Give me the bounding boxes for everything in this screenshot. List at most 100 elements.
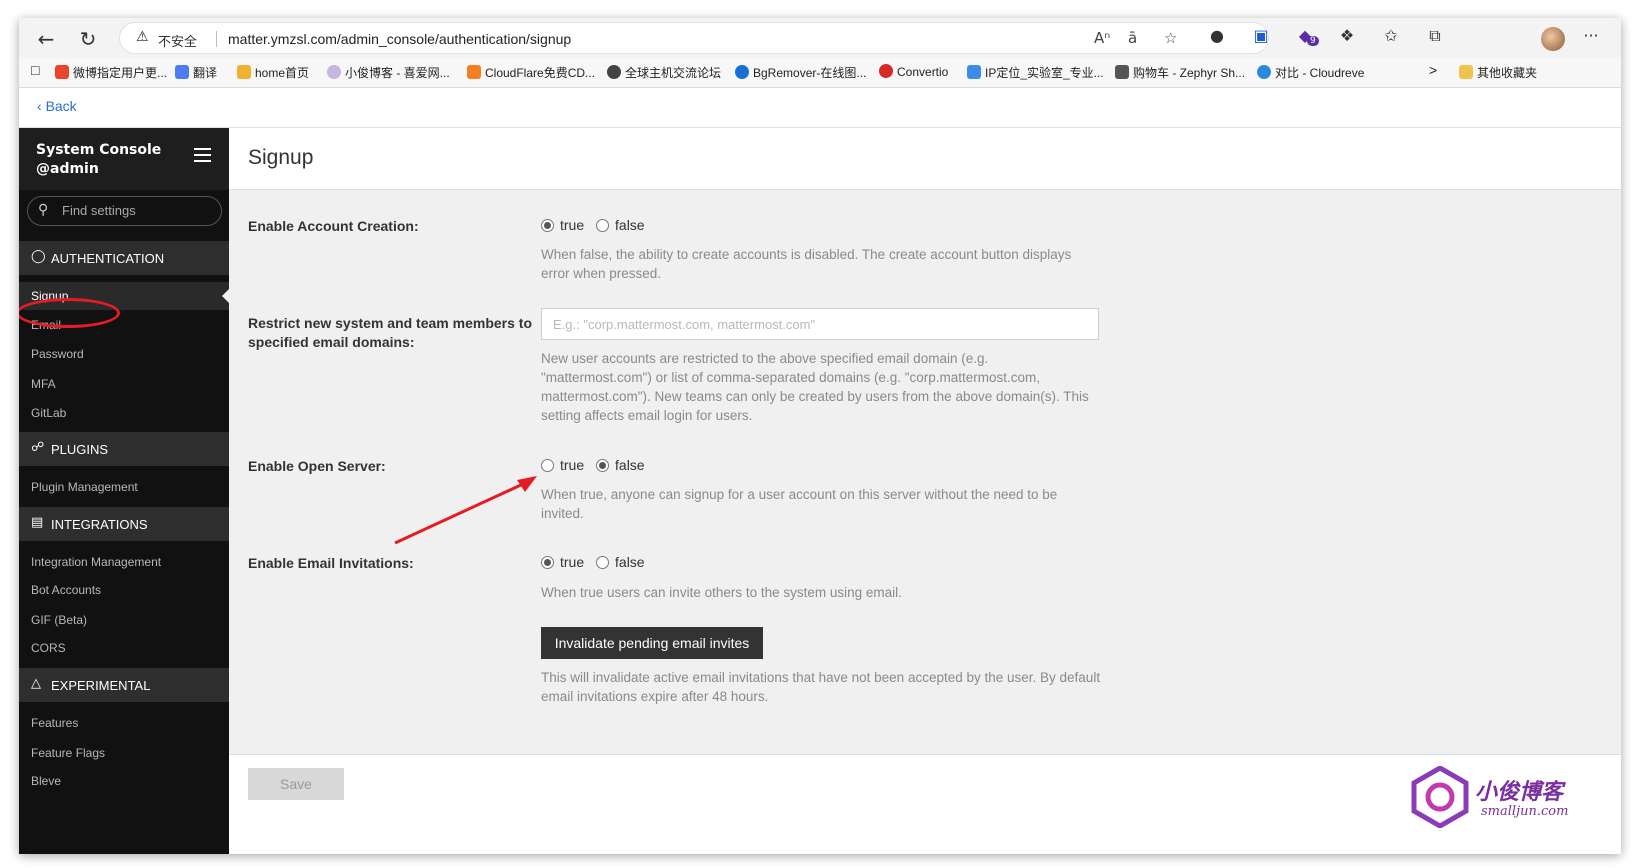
read-aloud-icon[interactable]: Aⁿ — [1094, 29, 1110, 47]
watermark-subtitle: smalljun.com — [1481, 804, 1569, 819]
sidebar-username: @admin — [36, 161, 99, 177]
bookmark-favicon-icon — [55, 65, 69, 79]
section-authentication: ◯ AUTHENTICATION — [19, 241, 229, 275]
browser-toolbar: ← ↻ ⚠ 不安全 matter.ymzsl.com/admin_console… — [19, 18, 1621, 58]
help-email-invitations: When true users can invite others to the… — [541, 585, 902, 600]
sidebar-item-features[interactable]: Features — [19, 709, 229, 737]
sidebar-item-cors[interactable]: CORS — [19, 634, 229, 662]
extensions-puzzle-icon[interactable]: ❖ — [1335, 26, 1359, 45]
more-menu-icon[interactable]: ··· — [1579, 26, 1603, 45]
bookmark-item[interactable]: 购物车 - Zephyr Sh... — [1115, 64, 1245, 81]
translate-icon[interactable]: ā — [1128, 29, 1137, 47]
radio-email-invitations-false[interactable] — [596, 556, 610, 569]
url-text[interactable]: matter.ymzsl.com/admin_console/authentic… — [228, 31, 571, 47]
help-open-server: When true, anyone can signup for a user … — [541, 487, 1058, 521]
bookmarks-bar: □ 微博指定用户更... 翻译 home首页 小俊博客 - 喜爱网... Clo… — [19, 58, 1621, 88]
sidebar-item-gif[interactable]: GIF (Beta) — [19, 606, 229, 634]
bookmark-item[interactable]: 微博指定用户更... — [55, 64, 167, 81]
browser-window: ← ↻ ⚠ 不安全 matter.ymzsl.com/admin_console… — [19, 18, 1621, 854]
extension-square-icon[interactable]: ▣ — [1249, 26, 1273, 45]
watermark-title: 小俊博客 — [1475, 779, 1564, 805]
radio-account-creation-true[interactable] — [541, 219, 554, 232]
hamburger-menu-icon[interactable] — [194, 148, 211, 162]
sidebar-title: System Console — [36, 142, 162, 158]
plug-icon: ☍ — [31, 440, 45, 455]
admin-sidebar: System Console @admin ⚲ Find settings ◯ … — [19, 128, 229, 854]
radio-open-server-true[interactable] — [541, 459, 554, 472]
find-settings-input[interactable]: ⚲ Find settings — [27, 196, 222, 226]
address-bar[interactable]: ⚠ 不安全 matter.ymzsl.com/admin_console/aut… — [119, 22, 1269, 54]
sitemap-icon: ▤ — [31, 515, 44, 530]
favorites-list-icon[interactable]: ✩ — [1379, 26, 1403, 45]
sidebar-item-integration-management[interactable]: Integration Management — [19, 548, 229, 576]
extension-badge: 9 — [1307, 36, 1319, 46]
extension-cube-icon[interactable]: ◆ 9 — [1293, 26, 1319, 46]
bookmark-favicon-icon — [735, 65, 749, 79]
bookmark-favicon-icon — [879, 64, 893, 78]
profile-avatar[interactable] — [1541, 27, 1565, 51]
back-arrow-icon[interactable]: ← — [33, 26, 59, 52]
bookmark-item[interactable]: 对比 - Cloudreve — [1257, 64, 1364, 81]
bookmark-item[interactable]: Convertio — [879, 64, 948, 79]
bookmarks-overflow-chevron-icon[interactable]: > — [1429, 62, 1437, 78]
back-bar: ‹ Back — [19, 88, 1621, 128]
bookmark-item[interactable]: 翻译 — [175, 64, 217, 81]
favorite-star-icon[interactable]: ☆ — [1164, 29, 1177, 47]
back-link[interactable]: ‹ Back — [37, 98, 77, 114]
setting-label-email-invitations: Enable Email Invitations: — [248, 555, 414, 571]
watermark-logo-icon — [1411, 766, 1469, 828]
bookmark-favicon-icon — [607, 65, 621, 79]
sidebar-item-mfa[interactable]: MFA — [19, 370, 229, 398]
sidebar-item-plugin-management[interactable]: Plugin Management — [19, 473, 229, 501]
section-plugins: ☍ PLUGINS — [19, 432, 229, 466]
page-header: Signup — [229, 128, 1621, 190]
help-restrict-domains: New user accounts are restricted to the … — [541, 351, 1089, 423]
sidebar-item-password[interactable]: Password — [19, 340, 229, 368]
insecure-label: 不安全 — [158, 34, 198, 49]
radio-email-invitations-true[interactable] — [541, 556, 554, 569]
sidebar-item-gitlab[interactable]: GitLab — [19, 399, 229, 427]
bookmark-favicon-icon — [967, 65, 981, 79]
collections-icon[interactable]: ⧉ — [1423, 26, 1447, 46]
section-experimental: △ EXPERIMENTAL — [19, 668, 229, 702]
bookmark-item[interactable]: IP定位_实验室_专业... — [967, 64, 1104, 81]
other-bookmarks-folder[interactable]: 其他收藏夹 — [1459, 64, 1537, 81]
bookmark-favicon-icon — [327, 65, 341, 79]
sidebar-item-feature-flags[interactable]: Feature Flags — [19, 739, 229, 767]
watermark: 小俊博客 smalljun.com — [1409, 764, 1621, 834]
bookmark-favicon-icon — [1257, 65, 1271, 79]
section-integrations: ▤ INTEGRATIONS — [19, 507, 229, 541]
bookmark-item[interactable]: 全球主机交流论坛 — [607, 64, 721, 81]
help-account-creation: When false, the ability to create accoun… — [541, 247, 1072, 281]
refresh-icon[interactable]: ↻ — [75, 26, 101, 52]
invalidate-invites-button[interactable]: Invalidate pending email invites — [541, 627, 763, 659]
folder-icon — [1459, 65, 1473, 79]
restrict-domains-field-wrapper — [541, 308, 1099, 340]
flask-icon: △ — [31, 676, 41, 691]
save-button[interactable]: Save — [248, 768, 344, 800]
bookmark-favicon-icon — [467, 65, 481, 79]
radio-group-account-creation: true false — [541, 217, 653, 237]
radio-open-server-false[interactable] — [596, 459, 610, 472]
extension-lock-icon[interactable]: ● — [1205, 26, 1229, 45]
bookmark-item[interactable]: 小俊博客 - 喜爱网... — [327, 64, 450, 81]
search-icon: ⚲ — [38, 202, 49, 218]
setting-label-account-creation: Enable Account Creation: — [248, 218, 419, 234]
bookmark-favicon-icon — [175, 65, 189, 79]
help-invalidate-invites: This will invalidate active email invita… — [541, 670, 1101, 704]
radio-group-open-server: true false — [541, 457, 653, 477]
new-page-icon[interactable]: □ — [31, 62, 39, 78]
bookmark-item[interactable]: BgRemover-在线图... — [735, 64, 866, 81]
main-content: Signup Enable Account Creation: true fal… — [229, 128, 1621, 854]
sidebar-header: System Console @admin — [19, 128, 229, 190]
bookmark-item[interactable]: CloudFlare免费CD... — [467, 64, 595, 81]
setting-label-restrict-domains: Restrict new system and team members to … — [248, 315, 532, 350]
radio-account-creation-false[interactable] — [596, 219, 610, 232]
bookmark-item[interactable]: home首页 — [237, 64, 309, 81]
sidebar-item-bleve[interactable]: Bleve — [19, 767, 229, 795]
restrict-domains-input[interactable] — [542, 309, 1098, 339]
radio-group-email-invitations: true false — [541, 554, 653, 574]
sidebar-item-bot-accounts[interactable]: Bot Accounts — [19, 576, 229, 604]
warning-icon: ⚠ — [136, 29, 149, 45]
chevron-left-icon: ‹ — [37, 98, 46, 114]
